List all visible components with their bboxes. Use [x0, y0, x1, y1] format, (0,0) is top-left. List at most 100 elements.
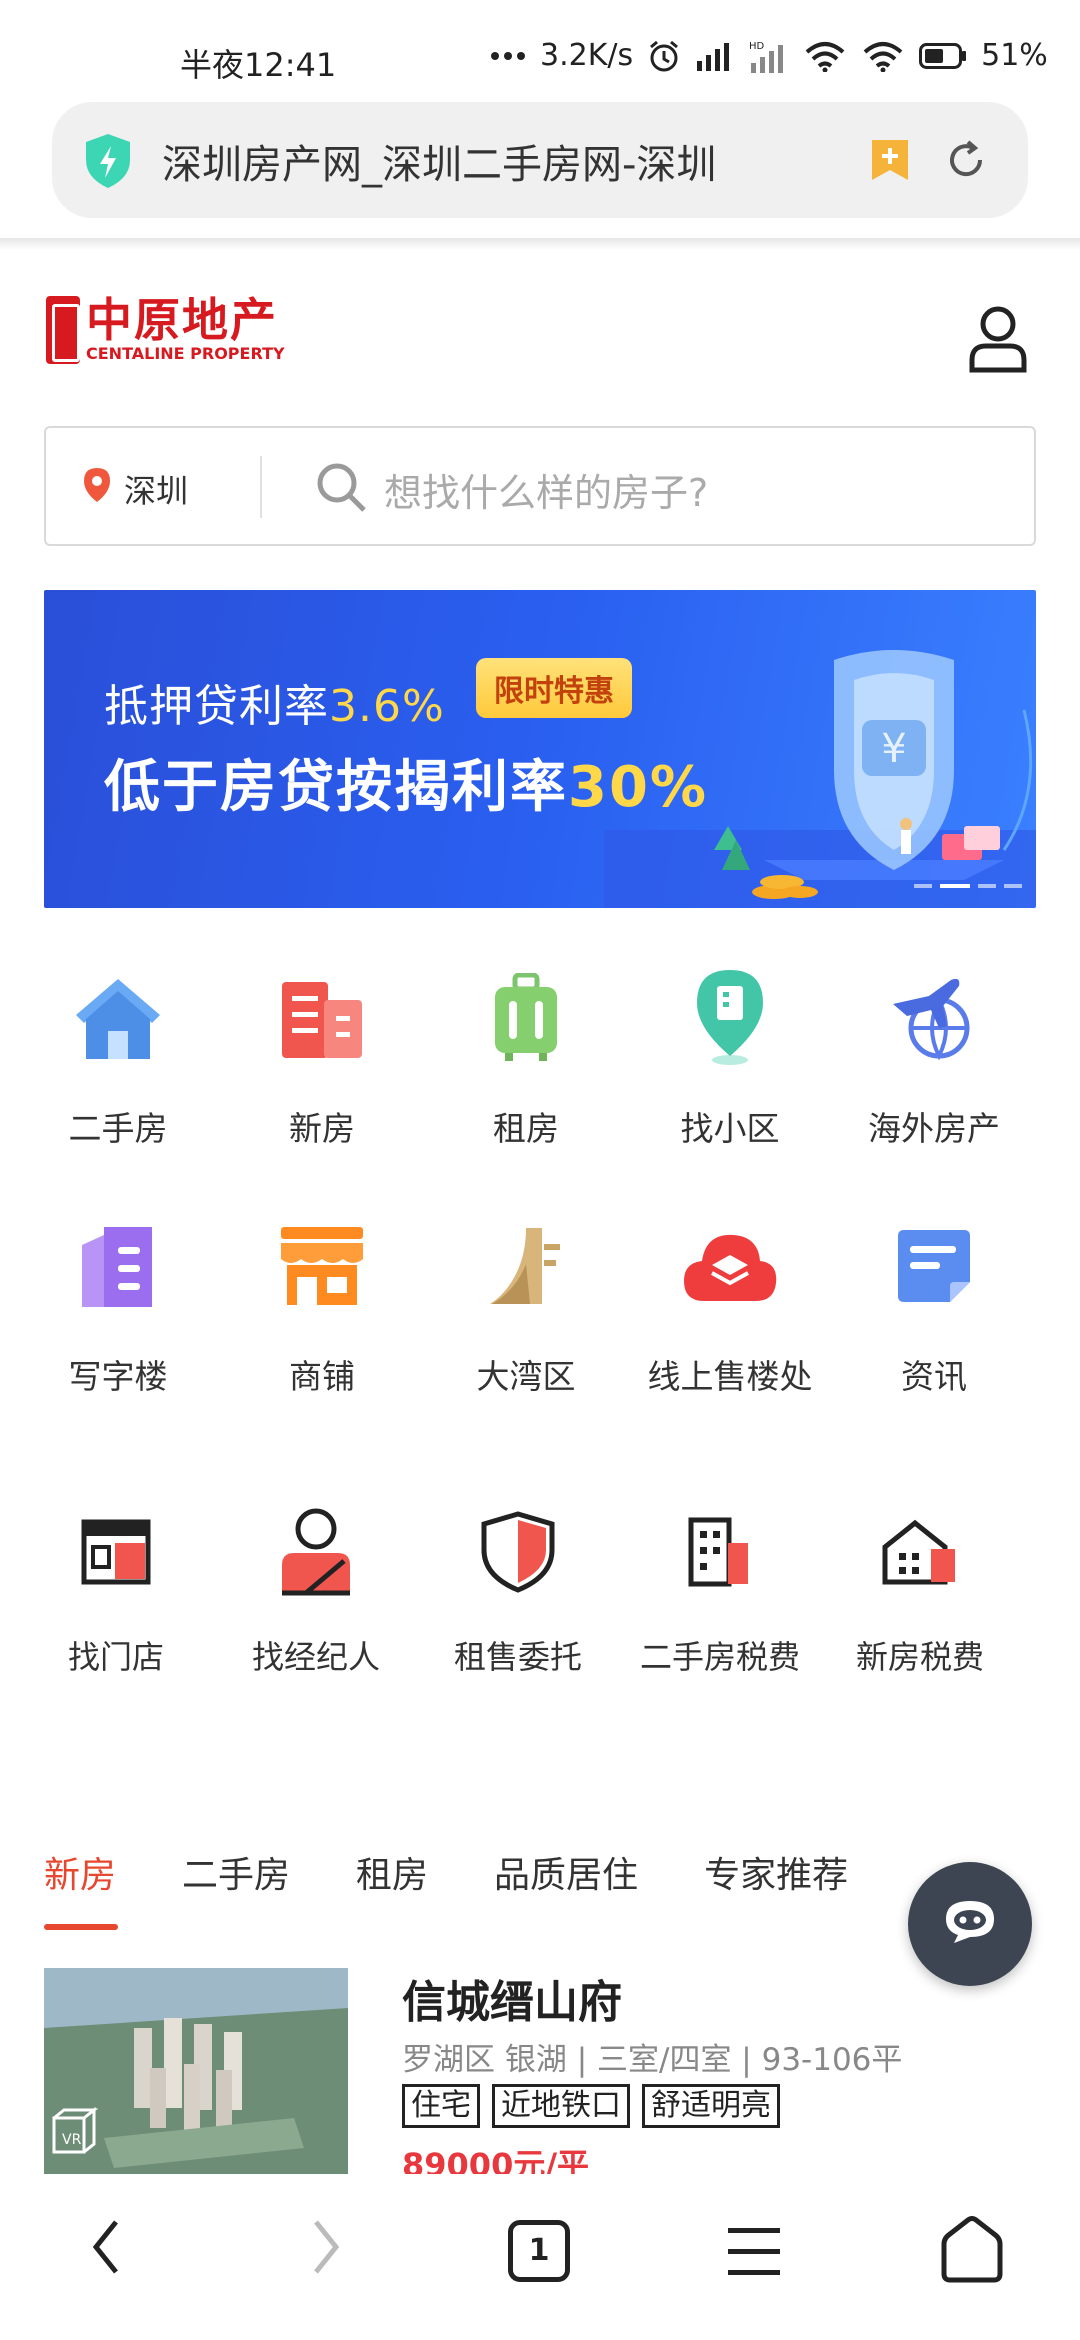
forward-icon[interactable]: [306, 2214, 346, 2284]
category-office[interactable]: 写字楼: [18, 1216, 218, 1398]
category-overseas[interactable]: 海外房产: [834, 968, 1034, 1150]
listing-tag: 舒适明亮: [642, 2084, 780, 2128]
category-online-sales[interactable]: 线上售楼处: [630, 1216, 830, 1398]
shield-icon: [468, 1502, 568, 1602]
back-icon[interactable]: [86, 2214, 126, 2284]
category-new-home[interactable]: 新房: [222, 968, 422, 1150]
tabs-button[interactable]: 1: [508, 2220, 570, 2282]
tab-rent[interactable]: 租房: [356, 1846, 428, 1898]
reload-icon[interactable]: [942, 136, 990, 188]
bay-icon: [476, 1216, 576, 1316]
banner-dot: [978, 884, 996, 888]
luggage-icon: [476, 968, 576, 1068]
alarm-icon: [647, 39, 681, 73]
tab-second-hand[interactable]: 二手房: [182, 1846, 290, 1898]
category-greater-bay[interactable]: 大湾区: [426, 1216, 626, 1398]
home-tax-icon: [870, 1502, 970, 1602]
logo-seal-icon: [46, 296, 80, 364]
page-url-title[interactable]: 深圳房产网_深圳二手房网-深圳: [162, 132, 862, 190]
city-label: 深圳: [124, 472, 189, 510]
banner-line2-rate: 30%: [568, 755, 709, 820]
centaline-logo[interactable]: 中原地产 CENTALINE PROPERTY: [46, 296, 285, 364]
news-icon: [884, 1216, 984, 1316]
chatbot-button[interactable]: [908, 1862, 1032, 1986]
category-find-community[interactable]: 找小区: [630, 968, 830, 1150]
browser-divider: [0, 238, 1080, 250]
signal-icon: [695, 41, 735, 71]
search-icon: [314, 460, 368, 518]
category-label: 商铺: [289, 1357, 355, 1396]
tool-find-agent[interactable]: 找经纪人: [216, 1502, 416, 1678]
category-label: 新房: [289, 1109, 355, 1148]
search-bar[interactable]: 深圳 想找什么样的房子?: [44, 426, 1036, 546]
browser-bottom-nav: 1: [0, 2174, 1080, 2340]
tool-resale-tax[interactable]: 二手房税费: [620, 1502, 820, 1678]
svg-text:HD: HD: [749, 41, 765, 52]
tool-label: 找门店: [67, 1638, 164, 1676]
category-label: 租房: [493, 1109, 559, 1148]
listing-title[interactable]: 信城缙山府: [402, 1966, 622, 2030]
svg-text:VR: VR: [62, 2132, 82, 2148]
svg-text:¥: ¥: [881, 726, 906, 772]
category-label: 海外房产: [868, 1109, 1000, 1148]
robot-chat-icon: [940, 1897, 1000, 1951]
bookmark-add-icon[interactable]: [868, 136, 912, 188]
tab-expert-picks[interactable]: 专家推荐: [704, 1846, 848, 1898]
tab-count: 1: [528, 2233, 550, 2268]
banner-pagination: [914, 884, 1022, 888]
listing-tag: 近地铁口: [492, 2084, 630, 2128]
listing-tabs: 新房 二手房 租房 品质居住 专家推荐: [44, 1846, 914, 1930]
plane-globe-icon: [884, 968, 984, 1068]
banner-dot: [940, 884, 970, 888]
category-news[interactable]: 资讯: [834, 1216, 1034, 1398]
battery-percent: 51%: [981, 38, 1048, 73]
category-label: 找小区: [680, 1109, 780, 1148]
banner-dot: [1004, 884, 1022, 888]
tab-new-home[interactable]: 新房: [44, 1846, 119, 1930]
listing-tags: 住宅 近地铁口 舒适明亮: [402, 2084, 780, 2128]
banner-promo-tag: 限时特惠: [476, 658, 632, 718]
promo-banner[interactable]: ¥ 抵押贷利率3.6% 限时特惠 低于房贷按揭利率30%: [44, 590, 1036, 908]
tool-entrust[interactable]: 租售委托: [418, 1502, 618, 1678]
logo-en: CENTALINE PROPERTY: [86, 344, 285, 363]
wifi-icon: [803, 40, 847, 72]
user-account-icon[interactable]: [966, 304, 1030, 378]
tab-quality-living[interactable]: 品质居住: [494, 1846, 638, 1898]
listing-photo[interactable]: VR: [44, 1968, 348, 2174]
store-icon: [66, 1502, 166, 1602]
category-rent[interactable]: 租房: [426, 968, 626, 1150]
tool-label: 新房税费: [855, 1638, 984, 1676]
category-second-hand[interactable]: 二手房: [18, 968, 218, 1150]
tool-new-home-tax[interactable]: 新房税费: [820, 1502, 1020, 1678]
house-icon: [68, 968, 168, 1068]
category-label: 二手房: [68, 1109, 168, 1148]
home-icon[interactable]: [938, 2214, 1006, 2288]
tool-find-store[interactable]: 找门店: [16, 1502, 216, 1678]
more-dots-icon: [490, 51, 526, 61]
banner-dot: [914, 884, 932, 888]
category-label: 线上售楼处: [647, 1357, 813, 1396]
cloud-layers-icon: [680, 1216, 780, 1316]
location-pin-icon: [82, 466, 112, 512]
banner-line2-prefix: 低于房贷按揭利率: [104, 755, 568, 820]
category-shop[interactable]: 商铺: [222, 1216, 422, 1398]
tower-icon: [670, 1502, 770, 1602]
search-input[interactable]: 想找什么样的房子?: [384, 462, 708, 517]
signal-hd-icon: HD: [749, 39, 789, 73]
menu-icon[interactable]: [724, 2224, 784, 2284]
city-selector[interactable]: 深圳: [82, 466, 188, 512]
address-bar[interactable]: 深圳房产网_深圳二手房网-深圳: [52, 102, 1028, 218]
tool-label: 找经纪人: [251, 1638, 380, 1676]
banner-headline-1: 抵押贷利率3.6%: [104, 670, 445, 734]
building-icon: [272, 968, 372, 1068]
battery-icon: [919, 42, 967, 69]
status-indicators: 3.2K/s HD 51%: [490, 38, 1048, 73]
aerial-buildings-image: VR: [44, 1968, 348, 2174]
status-time: 半夜12:41: [180, 46, 337, 84]
logo-cn: 中原地产: [86, 293, 278, 347]
banner-line1-rate: 3.6%: [329, 681, 445, 732]
listing-meta: 罗湖区 银湖 | 三室/四室 | 93-106平: [402, 2042, 903, 2078]
status-bar: 半夜12:41 3.2K/s HD 51%: [0, 0, 1080, 100]
category-label: 资讯: [901, 1357, 967, 1396]
network-speed: 3.2K/s: [540, 38, 634, 73]
